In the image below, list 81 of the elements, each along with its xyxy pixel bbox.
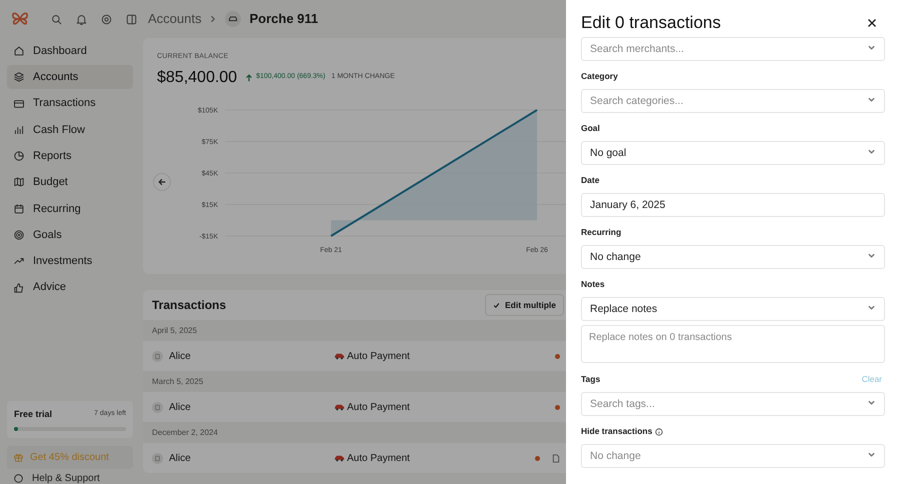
chevron-down-icon	[867, 95, 876, 104]
date-header: April 5, 2025	[143, 320, 566, 341]
category-name: Auto Payment	[347, 400, 410, 414]
field-label: Date	[581, 174, 600, 187]
merchant-name: Alice	[169, 350, 192, 364]
transactions-title: Transactions	[152, 297, 226, 314]
sidebar-item[interactable]: Recurring	[7, 196, 133, 221]
merchant-avatar-icon	[152, 452, 163, 464]
sidebar-item[interactable]: Budget	[7, 170, 133, 194]
select-field[interactable]: Search merchants...	[581, 37, 885, 61]
sidebar-item[interactable]: Dashboard	[7, 39, 133, 63]
date-header: March 5, 2025	[143, 371, 566, 392]
sidebar-item[interactable]: Cash Flow	[7, 118, 133, 142]
field-label: Notes	[581, 278, 605, 291]
field-label: Category	[581, 70, 618, 83]
layers-icon	[13, 71, 25, 84]
edit-multiple-button[interactable]: Edit multiple	[485, 294, 564, 316]
arrow-left-icon	[158, 178, 166, 186]
bar-chart-icon	[13, 124, 25, 136]
credit-card-icon	[13, 98, 25, 110]
search-icon[interactable]	[50, 12, 63, 26]
field-label: Hide transactions	[581, 425, 652, 438]
transaction-row[interactable]: Alice Auto Payment	[143, 392, 566, 422]
car-icon	[334, 352, 345, 360]
date-header: December 2, 2024	[143, 422, 566, 443]
sidebar-item[interactable]: Investments	[7, 249, 133, 274]
chevron-down-icon	[867, 303, 876, 312]
notes-textarea[interactable]: Replace notes on 0 transactions	[581, 325, 885, 363]
settings-icon[interactable]	[100, 12, 113, 26]
car-icon	[334, 403, 345, 411]
breadcrumb-current: Porche 911	[249, 10, 318, 28]
arrow-up-icon	[245, 74, 254, 82]
merchant-avatar-icon	[152, 402, 163, 412]
bell-icon[interactable]	[75, 12, 88, 26]
transaction-row[interactable]: Alice Auto Payment	[143, 341, 566, 371]
chevron-down-icon	[867, 450, 876, 459]
category-name: Auto Payment	[347, 350, 410, 364]
merchant-avatar-icon	[152, 350, 163, 362]
calendar-icon	[13, 202, 25, 215]
merchant-name: Alice	[169, 452, 192, 466]
chevron-down-icon	[867, 43, 876, 52]
panel-title: Edit 0 transactions	[581, 12, 721, 34]
car-avatar-icon	[225, 11, 242, 27]
sidebar-item[interactable]: Advice	[7, 276, 133, 300]
select-field[interactable]: No change	[581, 245, 885, 269]
transaction-row[interactable]: Alice Auto Payment	[143, 443, 566, 473]
previous-button[interactable]	[153, 173, 171, 191]
category-name: Auto Payment	[347, 452, 410, 466]
sidebar-item[interactable]: Accounts	[7, 65, 133, 90]
chevron-down-icon	[867, 398, 876, 407]
merchant-name: Alice	[169, 400, 192, 414]
field-label: Goal	[581, 122, 600, 135]
balance-amount: $85,400.00	[157, 68, 238, 88]
sidebar-toggle-icon[interactable]	[125, 12, 138, 26]
map-icon	[13, 176, 25, 188]
breadcrumb-link[interactable]: Accounts	[148, 9, 202, 29]
sidebar-item[interactable]: Transactions	[7, 92, 133, 116]
car-icon	[334, 454, 345, 462]
trial-title: Free trial	[14, 408, 52, 420]
help-icon	[13, 472, 24, 484]
input-field[interactable]: January 6, 2025	[581, 193, 885, 217]
field-label: Recurring	[581, 226, 622, 239]
chevron-right-icon	[209, 15, 218, 23]
select-field[interactable]: Search categories...	[581, 89, 885, 113]
thumbs-up-icon	[13, 282, 25, 294]
field-label: Tags	[581, 373, 600, 386]
select-field[interactable]: Replace notes	[581, 297, 885, 321]
chevron-down-icon	[867, 251, 876, 260]
chevron-down-icon	[867, 147, 876, 156]
select-field[interactable]: No goal	[581, 141, 885, 165]
target-icon	[13, 229, 25, 242]
home-icon	[13, 45, 25, 57]
close-icon[interactable]	[867, 18, 877, 28]
check-icon	[493, 302, 500, 308]
pie-chart-icon	[13, 150, 25, 162]
select-field[interactable]: No change	[581, 444, 885, 468]
gift-icon	[13, 452, 24, 463]
select-field[interactable]: Search tags...	[581, 392, 885, 416]
help-link[interactable]: Help & Support	[7, 472, 133, 484]
sidebar-item[interactable]: Goals	[7, 223, 133, 248]
sidebar-item[interactable]: Reports	[7, 144, 133, 168]
